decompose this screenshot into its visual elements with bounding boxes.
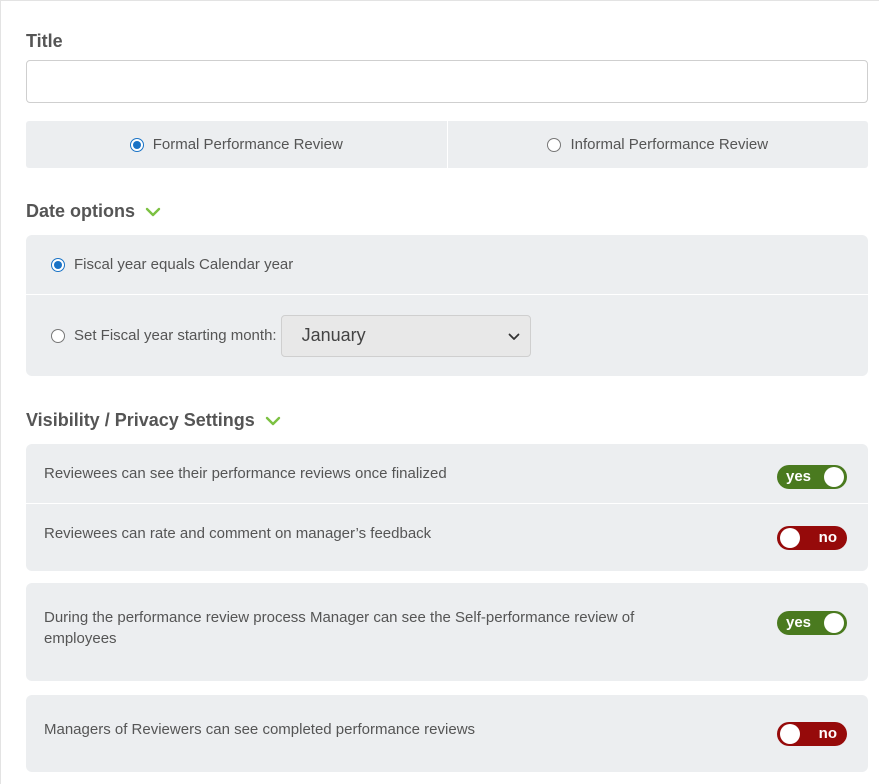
setting-text: Managers of Reviewers can see completed … [44, 721, 476, 738]
visibility-panel: Reviewees can see their performance revi… [26, 444, 868, 571]
date-options-panel: Fiscal year equals Calendar year Set Fis… [26, 235, 868, 376]
setting-toggle[interactable]: yes [777, 465, 847, 489]
selected-month: January [301, 325, 366, 345]
visibility-setting-row: Reviewees can rate and comment on manage… [26, 504, 868, 571]
date-options-title: Date options [26, 201, 136, 221]
review-type-selector: Formal Performance Review Informal Perfo… [26, 121, 868, 168]
title-label: Title [26, 31, 63, 51]
chevron-down-icon[interactable] [265, 416, 281, 426]
toggle-label: no [818, 725, 837, 742]
fiscal-start-radio[interactable] [51, 328, 65, 343]
informal-review-label: Informal Performance Review [570, 136, 769, 153]
date-options-header[interactable]: Date options [26, 201, 161, 222]
visibility-setting-row: Reviewees can see their performance revi… [26, 444, 868, 504]
informal-review-option[interactable]: Informal Performance Review [446, 121, 869, 168]
formal-review-option[interactable]: Formal Performance Review [26, 121, 447, 168]
toggle-knob [780, 724, 800, 744]
informal-review-radio[interactable] [547, 137, 562, 152]
fiscal-equals-calendar-row[interactable]: Fiscal year equals Calendar year [26, 235, 868, 295]
fiscal-start-label: Set Fiscal year starting month: [74, 327, 277, 344]
visibility-panel: Managers of Reviewers can see completed … [26, 695, 868, 772]
toggle-knob [824, 613, 844, 633]
setting-text: During the performance review process Ma… [44, 609, 635, 647]
visibility-setting-row: Managers of Reviewers can see completed … [26, 695, 868, 772]
visibility-title: Visibility / Privacy Settings [26, 410, 255, 430]
setting-text: Reviewees can see their performance revi… [44, 465, 447, 482]
chevron-down-icon [508, 325, 520, 346]
visibility-setting-row: During the performance review process Ma… [26, 583, 868, 681]
fiscal-start-row[interactable]: Set Fiscal year starting month: January [26, 295, 868, 376]
setting-toggle[interactable]: no [777, 722, 847, 746]
toggle-label: yes [786, 468, 812, 485]
setting-text: Reviewees can rate and comment on manage… [44, 525, 432, 542]
setting-toggle[interactable]: yes [777, 611, 847, 635]
fiscal-start-month-select[interactable]: January [280, 314, 531, 357]
toggle-knob [780, 528, 800, 548]
toggle-label: no [818, 529, 837, 546]
setting-toggle[interactable]: no [777, 526, 847, 550]
settings-form: Title Formal Performance Review Informal… [0, 0, 879, 784]
formal-review-label: Formal Performance Review [152, 136, 343, 153]
toggle-knob [824, 467, 844, 487]
visibility-header[interactable]: Visibility / Privacy Settings [26, 410, 281, 431]
visibility-panel: During the performance review process Ma… [26, 583, 868, 681]
fiscal-equals-calendar-label: Fiscal year equals Calendar year [74, 256, 294, 273]
formal-review-radio[interactable] [129, 137, 144, 152]
title-input[interactable] [26, 60, 868, 103]
toggle-label: yes [786, 614, 812, 631]
fiscal-equals-calendar-radio[interactable] [51, 257, 65, 272]
chevron-down-icon[interactable] [145, 207, 161, 217]
